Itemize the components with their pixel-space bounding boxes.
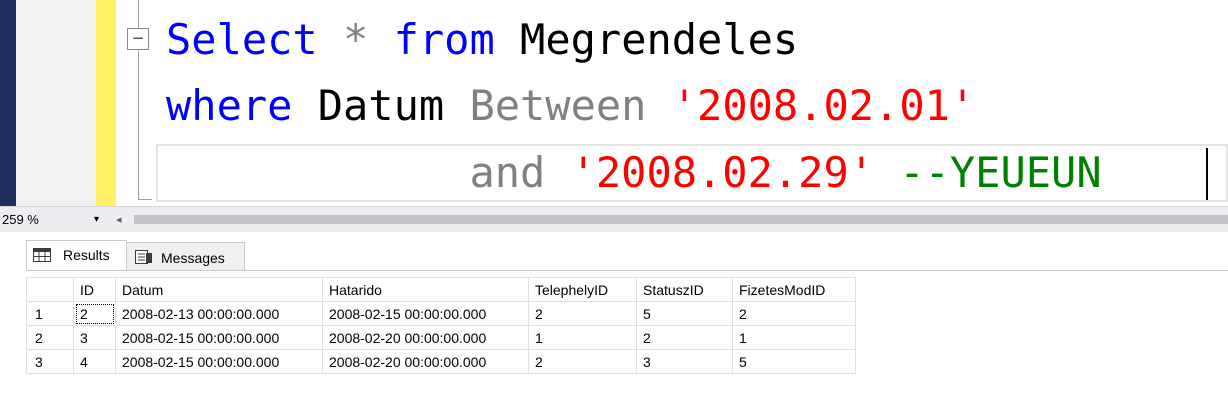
chevron-down-icon: ▾ [94, 214, 100, 225]
table-cell[interactable]: 3 [636, 349, 733, 374]
tab-results[interactable]: Results [26, 240, 127, 270]
table-cell-selected[interactable]: 2 [73, 301, 116, 326]
table-cell[interactable]: 2 [528, 349, 637, 374]
margin-separator [116, 0, 124, 206]
table-cell[interactable]: 2008-02-13 00:00:00.000 [115, 301, 323, 326]
table-cell[interactable]: 3 [73, 325, 116, 350]
scroll-left-arrow-icon[interactable]: ◂ [116, 210, 122, 230]
code-token-plain: Megrendeles [494, 15, 799, 64]
table-cell[interactable]: 1 [528, 325, 637, 350]
code-token-op: and [469, 148, 546, 197]
column-header-statuszid[interactable]: StatuszID [636, 277, 733, 302]
row-number[interactable]: 3 [26, 349, 74, 374]
table-cell[interactable]: 2008-02-20 00:00:00.000 [322, 349, 529, 374]
change-tracking-bar [96, 0, 116, 206]
table-row[interactable]: 2 3 2008-02-15 00:00:00.000 2008-02-20 0… [26, 325, 856, 350]
zoom-dropdown[interactable]: 259 % ▾ [0, 210, 110, 230]
table-cell[interactable]: 2008-02-15 00:00:00.000 [322, 301, 529, 326]
line-number-margin [16, 0, 96, 206]
tab-results-label: Results [63, 247, 110, 263]
table-row[interactable]: 1 2 2008-02-13 00:00:00.000 2008-02-15 0… [26, 301, 856, 326]
tab-messages-label: Messages [161, 250, 225, 266]
code-line-3[interactable]: and '2008.02.29' --YEUEUN [166, 144, 1102, 202]
outline-line-end [138, 199, 152, 200]
code-token-str: '2008.02.29' [570, 148, 875, 197]
column-header-datum[interactable]: Datum [115, 277, 323, 302]
collapse-icon[interactable]: − [127, 28, 149, 50]
text-caret [1206, 148, 1208, 200]
editor-status-strip: 259 % ▾ ◂ [0, 206, 1228, 232]
outline-line-bottom [138, 50, 139, 200]
grid-icon [33, 248, 51, 262]
table-cell[interactable]: 5 [732, 349, 856, 374]
code-token-op: * [343, 15, 369, 64]
table-row[interactable]: 3 4 2008-02-15 00:00:00.000 2008-02-20 0… [26, 349, 856, 374]
table-cell[interactable]: 5 [636, 301, 733, 326]
table-cell[interactable]: 1 [732, 325, 856, 350]
code-token-str: '2008.02.01' [671, 81, 976, 130]
zoom-value: 259 % [2, 212, 39, 227]
code-token-cmt: --YEUEUN [899, 148, 1102, 197]
grid-header-row: ID Datum Hatarido TelephelyID StatuszID … [26, 277, 856, 302]
code-line-2[interactable]: where Datum Between '2008.02.01' [166, 77, 975, 135]
table-cell[interactable]: 4 [73, 349, 116, 374]
column-header-rownum[interactable] [26, 277, 74, 302]
results-grid-panel: ID Datum Hatarido TelephelyID StatuszID … [26, 271, 1228, 410]
code-token-op: Between [469, 81, 647, 130]
column-header-fizetesmodid[interactable]: FizetesModID [732, 277, 856, 302]
table-cell[interactable]: 2 [636, 325, 733, 350]
table-cell[interactable]: 2 [732, 301, 856, 326]
row-number[interactable]: 2 [26, 325, 74, 350]
code-token-kw: Select [166, 15, 318, 64]
results-grid[interactable]: ID Datum Hatarido TelephelyID StatuszID … [26, 277, 856, 374]
table-cell[interactable]: 2008-02-15 00:00:00.000 [115, 349, 323, 374]
code-line-1[interactable]: Select * from Megrendeles [166, 11, 798, 69]
row-number[interactable]: 1 [26, 301, 74, 326]
table-cell[interactable]: 2008-02-15 00:00:00.000 [115, 325, 323, 350]
code-token-plain: Datum [292, 81, 470, 130]
code-token-kw: where [166, 81, 293, 130]
code-token-kw: from [393, 15, 495, 64]
column-header-id[interactable]: ID [73, 277, 116, 302]
table-cell[interactable]: 2 [528, 301, 637, 326]
results-tabs-bar: Results Messages [0, 232, 1228, 272]
column-header-telephelyid[interactable]: TelephelyID [528, 277, 637, 302]
column-header-hatarido[interactable]: Hatarido [322, 277, 529, 302]
tab-messages[interactable]: Messages [127, 242, 245, 270]
table-cell[interactable]: 2008-02-20 00:00:00.000 [322, 325, 529, 350]
horizontal-scrollbar[interactable] [134, 215, 1228, 224]
editor-left-bar [0, 0, 16, 206]
messages-icon [135, 250, 152, 264]
outline-line-top [138, 0, 139, 28]
query-editor[interactable]: − Select * from Megrendeles where Datum … [0, 0, 1228, 206]
